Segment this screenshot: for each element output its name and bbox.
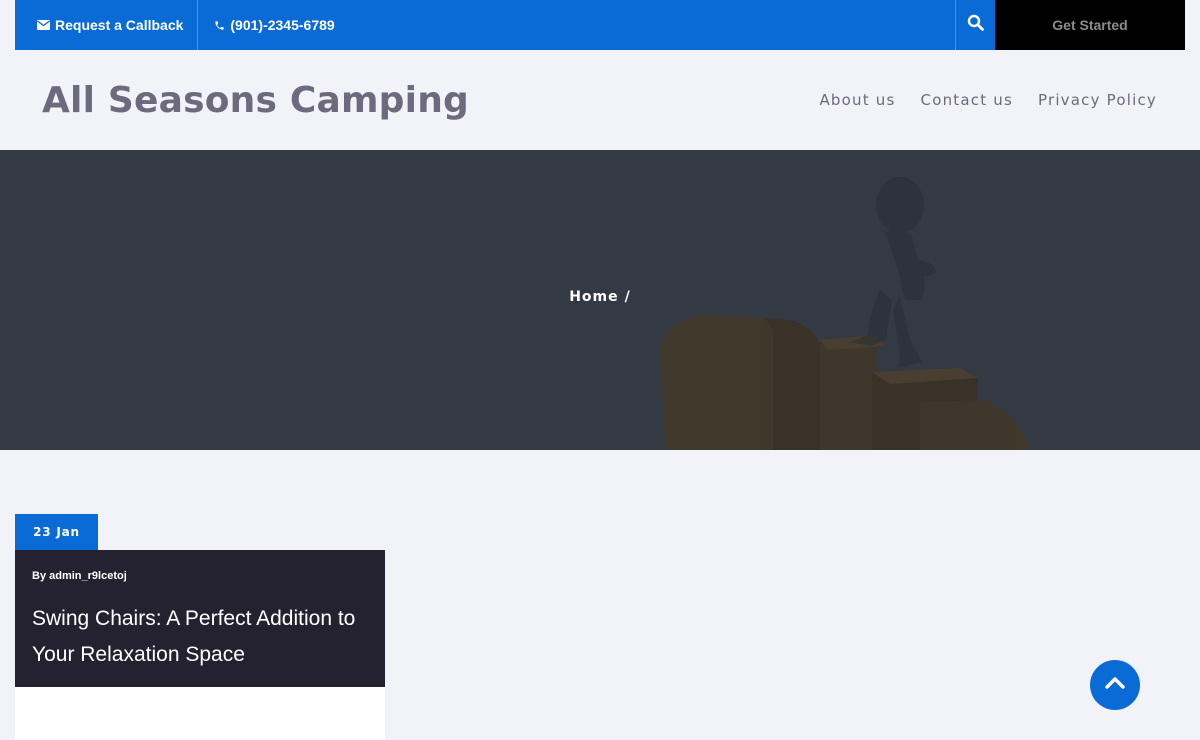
get-started-button[interactable]: Get Started: [995, 0, 1185, 50]
main-nav: About us Contact us Privacy Policy: [819, 91, 1157, 109]
hero-banner: Home /: [0, 150, 1200, 450]
breadcrumb-separator: /: [624, 289, 631, 305]
post-card: By admin_r9lcetoj Swing Chairs: A Perfec…: [15, 550, 385, 687]
request-callback-label: Request a Callback: [55, 17, 184, 33]
search-button[interactable]: [955, 0, 995, 50]
chevron-up-icon: [1105, 676, 1125, 695]
post-title[interactable]: Swing Chairs: A Perfect Addition to Your…: [32, 601, 367, 673]
scroll-to-top-button[interactable]: [1090, 660, 1140, 710]
breadcrumb: Home /: [0, 289, 1200, 305]
breadcrumb-home-link[interactable]: Home: [569, 289, 618, 305]
phone-label: (901)-2345-6789: [230, 17, 335, 33]
site-title[interactable]: All Seasons Camping: [42, 80, 469, 121]
phone-icon: [214, 20, 225, 31]
site-header: All Seasons Camping About us Contact us …: [15, 50, 1185, 150]
nav-item-contact-us[interactable]: Contact us: [921, 91, 1013, 109]
nav-item-privacy-policy[interactable]: Privacy Policy: [1038, 91, 1157, 109]
top-bar: Request a Callback (901)-2345-6789 Get S…: [15, 0, 1185, 50]
post-author[interactable]: By admin_r9lcetoj: [32, 570, 367, 582]
post-card-body: [15, 687, 385, 740]
search-icon: [967, 14, 984, 36]
envelope-icon: [37, 20, 50, 30]
post-date-badge[interactable]: 23 Jan: [15, 514, 98, 550]
request-callback-link[interactable]: Request a Callback: [15, 0, 197, 50]
nav-item-about-us[interactable]: About us: [819, 91, 895, 109]
phone-link[interactable]: (901)-2345-6789: [198, 0, 348, 50]
